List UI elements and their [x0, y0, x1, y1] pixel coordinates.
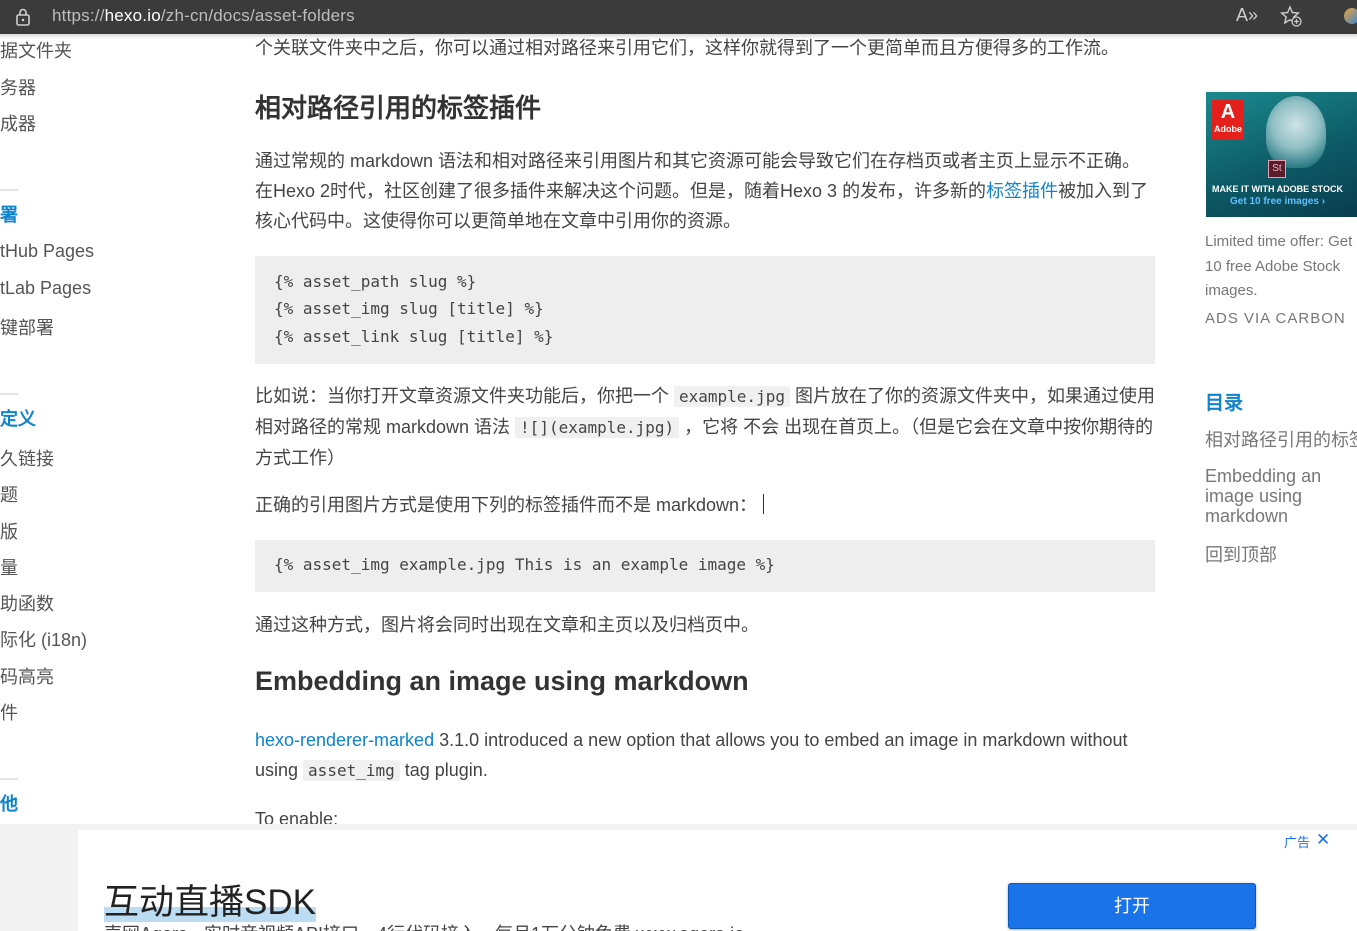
ad-description: 声网Agora - 实时音视频API接口，4行代码接入，每月1万分钟免费 www…: [104, 920, 744, 931]
sidebar-section-other: 他: [0, 794, 18, 814]
ad-title-text: 互动直播SDK: [104, 883, 316, 922]
code-line: {% asset_img slug [title] %}: [274, 299, 544, 318]
paragraph-text: 比如说：当你打开文章资源文件夹功能后，你把一个: [255, 386, 674, 406]
adobe-logo-text: Adobe: [1214, 124, 1242, 134]
heading-embedding: Embedding an image using markdown: [255, 666, 749, 696]
close-icon[interactable]: ✕: [1316, 830, 1330, 850]
sidebar-item[interactable]: 际化 (i18n): [0, 626, 87, 652]
text-cursor: [763, 494, 765, 514]
ad-label[interactable]: 广告: [1284, 832, 1310, 851]
paragraph: 比如说：当你打开文章资源文件夹功能后，你把一个 example.jpg 图片放在…: [255, 381, 1157, 473]
code-line: {% asset_link slug [title] %}: [274, 327, 554, 346]
sidebar-item[interactable]: 量: [0, 554, 18, 580]
carbon-ad-image[interactable]: A Adobe St MAKE IT WITH ADOBE STOCK Get 1…: [1206, 92, 1357, 217]
toc-item[interactable]: Embedding an image using markdown: [1205, 466, 1357, 526]
ad-open-button[interactable]: 打开: [1008, 883, 1256, 929]
address-bar[interactable]: https://hexo.io/zh-cn/docs/asset-folders…: [0, 0, 1357, 34]
paragraph: To enable:: [255, 809, 339, 824]
toc-title: 目录: [1205, 393, 1244, 414]
ad-headline: MAKE IT WITH ADOBE STOCK: [1212, 184, 1343, 194]
docs-sidebar: 据文件夹 务器 成器 署 tHub Pages tLab Pages 键部署 定…: [0, 34, 120, 834]
sidebar-divider: [0, 393, 18, 395]
url-domain: hexo.io: [104, 6, 161, 25]
extension-icon[interactable]: [1344, 8, 1357, 24]
adobe-logo-letter: A: [1220, 101, 1236, 123]
paragraph: 正确的引用图片方式是使用下列的标签插件而不是 markdown：: [255, 490, 1157, 520]
sidebar-section-customize: 定义: [0, 409, 36, 429]
add-favorite-icon[interactable]: [1280, 5, 1302, 27]
sidebar-item[interactable]: 助函数: [0, 590, 54, 616]
sidebar-item[interactable]: tHub Pages: [0, 241, 94, 262]
ad-cta: Get 10 free images ›: [1230, 196, 1326, 207]
sidebar-divider: [0, 778, 18, 780]
right-column: A Adobe St MAKE IT WITH ADOBE STOCK Get 1…: [1205, 34, 1357, 824]
bottom-ad-banner: 互动直播SDK 声网Agora - 实时音视频API接口，4行代码接入，每月1万…: [0, 824, 1357, 931]
inline-code: ![](example.jpg): [515, 417, 680, 438]
ad-title[interactable]: 互动直播SDK: [104, 874, 316, 925]
ads-via-carbon-link[interactable]: ADS VIA CARBON: [1205, 310, 1346, 327]
paragraph: hexo-renderer-marked 3.1.0 introduced a …: [255, 725, 1157, 786]
paragraph: 个关联文件夹中之后，你可以通过相对路径来引用它们，这样你就得到了一个更简单而且方…: [255, 38, 1119, 58]
inline-code: example.jpg: [674, 386, 790, 407]
sidebar-item[interactable]: 成器: [0, 110, 36, 136]
inline-code: asset_img: [303, 760, 400, 781]
adobe-logo: A Adobe: [1212, 100, 1244, 140]
ad-portrait: [1266, 96, 1326, 168]
sidebar-divider: [0, 189, 18, 191]
heading-tag-plugins: 相对路径引用的标签插件: [255, 93, 542, 123]
adobe-stock-badge: St: [1268, 160, 1286, 178]
url-text[interactable]: https://hexo.io/zh-cn/docs/asset-folders: [52, 6, 355, 26]
lock-icon[interactable]: [14, 7, 32, 27]
url-scheme: https://: [52, 6, 105, 25]
sidebar-item[interactable]: 久链接: [0, 445, 54, 471]
carbon-ad-text[interactable]: Limited time offer: Get 10 free Adobe St…: [1205, 230, 1357, 304]
url-path: /zh-cn/docs/asset-folders: [160, 6, 355, 25]
paragraph-text: 正确的引用图片方式是使用下列的标签插件而不是 markdown：: [255, 495, 758, 515]
bottom-ad-content[interactable]: 互动直播SDK 声网Agora - 实时音视频API接口，4行代码接入，每月1万…: [78, 830, 1357, 931]
article-content: 个关联文件夹中之后，你可以通过相对路径来引用它们，这样你就得到了一个更简单而且方…: [255, 34, 1160, 824]
sidebar-item[interactable]: 码高亮: [0, 663, 54, 689]
hexo-renderer-marked-link[interactable]: hexo-renderer-marked: [255, 730, 434, 750]
sidebar-item[interactable]: 题: [0, 481, 18, 507]
paragraph: 通过常规的 markdown 语法和相对路径来引用图片和其它资源可能会导致它们在…: [255, 146, 1157, 236]
paragraph: 通过这种方式，图片将会同时出现在文章和主页以及归档页中。: [255, 615, 759, 635]
tag-plugins-link[interactable]: 标签插件: [986, 181, 1058, 201]
sidebar-item[interactable]: 件: [0, 699, 18, 725]
paragraph-text: tag plugin.: [399, 760, 488, 780]
toc-item[interactable]: 相对路径引用的标签插件: [1205, 430, 1357, 450]
sidebar-item[interactable]: 据文件夹: [0, 37, 72, 63]
code-block: {% asset_path slug %} {% asset_img slug …: [255, 256, 1155, 364]
sidebar-section-deploy: 署: [0, 205, 18, 225]
sidebar-item[interactable]: 版: [0, 518, 18, 544]
code-block: {% asset_img example.jpg This is an exam…: [255, 540, 1155, 592]
sidebar-item[interactable]: tLab Pages: [0, 278, 91, 299]
code-line: {% asset_img example.jpg This is an exam…: [274, 555, 775, 574]
back-to-top-link[interactable]: 回到顶部: [1205, 545, 1277, 565]
sidebar-item[interactable]: 键部署: [0, 314, 54, 340]
code-line: {% asset_path slug %}: [274, 272, 477, 291]
read-aloud-icon[interactable]: A»: [1236, 5, 1258, 26]
sidebar-item[interactable]: 务器: [0, 74, 36, 100]
